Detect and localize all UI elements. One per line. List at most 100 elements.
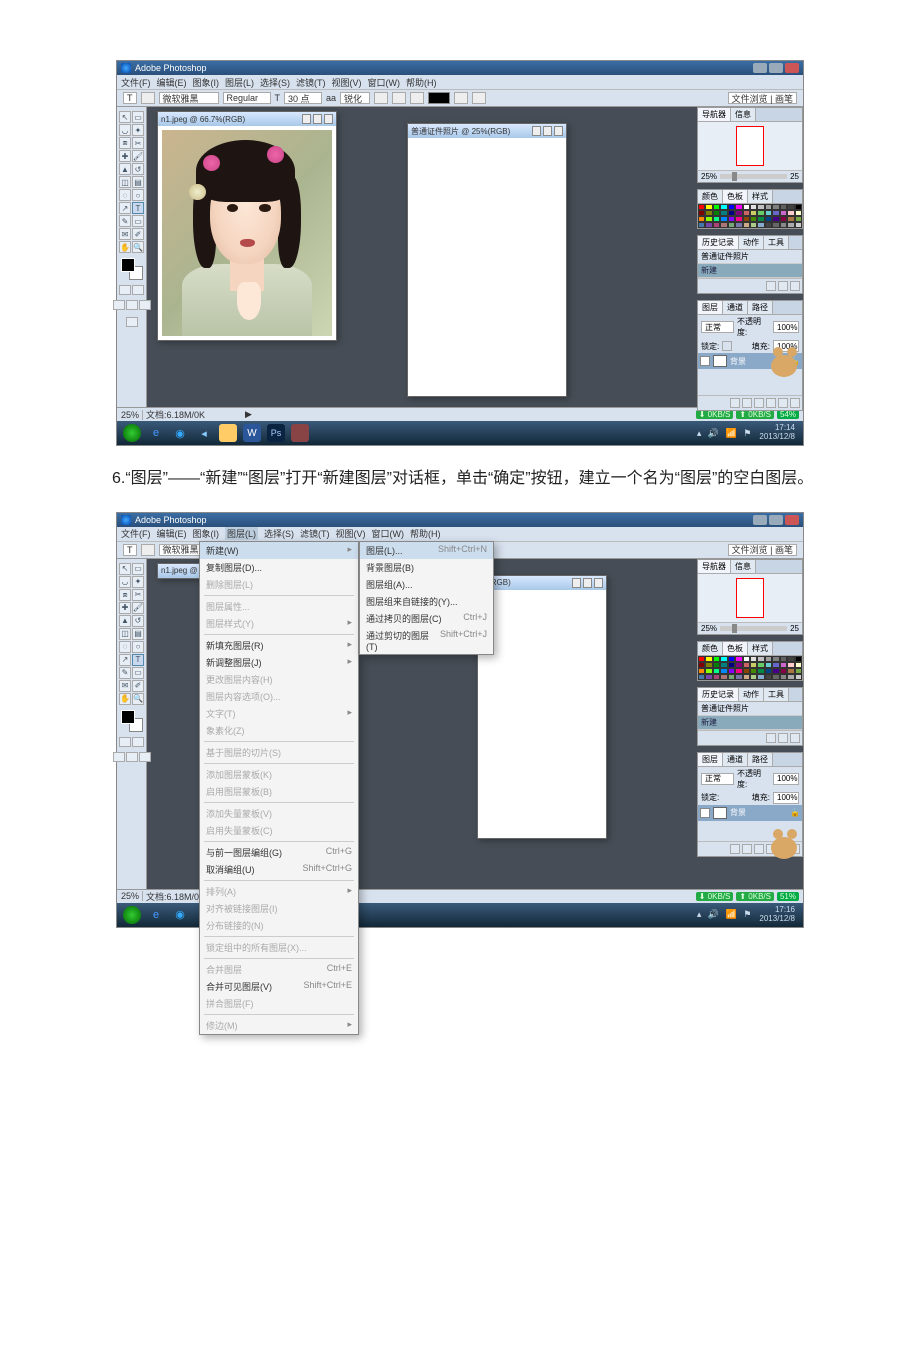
swatch-cell[interactable] <box>698 222 705 228</box>
menubar[interactable]: 文件(F) 编辑(E) 图象(I) 图层(L) 选择(S) 滤镜(T) 视图(V… <box>117 527 803 541</box>
screenmode-2-icon[interactable] <box>126 300 138 310</box>
lasso-tool-icon[interactable]: ◡ <box>119 576 131 588</box>
stamp-tool-icon[interactable]: ▲ <box>119 163 131 175</box>
menu-filter[interactable]: 滤镜(T) <box>296 76 326 89</box>
type-tool-icon[interactable]: T <box>132 654 144 666</box>
menubar[interactable]: 文件(F) 编辑(E) 图象(I) 图层(L) 选择(S) 滤镜(T) 视图(V… <box>117 75 803 89</box>
eyedropper-tool-icon[interactable]: ✐ <box>132 680 144 692</box>
menu-view[interactable]: 视图(V) <box>336 527 366 540</box>
ps-task-icon[interactable]: Ps <box>267 424 285 442</box>
history-row-selected[interactable]: 新建 <box>698 716 802 730</box>
pen-tool-icon[interactable]: ✎ <box>119 215 131 227</box>
submenu-item[interactable]: 图层(L)...Shift+Ctrl+N <box>360 542 493 559</box>
history-brush-icon[interactable]: ↺ <box>132 615 144 627</box>
explorer-icon[interactable] <box>219 424 237 442</box>
swatch-cell[interactable] <box>780 222 787 228</box>
channels-tab[interactable]: 通道 <box>723 753 748 766</box>
start-button-icon[interactable] <box>123 424 141 442</box>
menu-help[interactable]: 帮助(H) <box>406 76 437 89</box>
menu-item[interactable]: 取消编组(U)Shift+Ctrl+G <box>200 861 358 878</box>
blend-mode[interactable]: 正常 <box>701 773 734 785</box>
background-layer-row[interactable]: 背景 🔒 <box>698 805 802 821</box>
screenmode-1-icon[interactable] <box>113 300 125 310</box>
history-brush-icon[interactable]: ↺ <box>132 163 144 175</box>
swatch-cell[interactable] <box>772 222 779 228</box>
close-button[interactable] <box>785 515 799 525</box>
blend-mode[interactable]: 正常 <box>701 321 734 333</box>
hand-tool-icon[interactable]: ✋ <box>119 241 131 253</box>
doc2-canvas[interactable] <box>478 590 606 838</box>
shape-tool-icon[interactable]: ▭ <box>132 215 144 227</box>
swatches-grid[interactable] <box>698 656 802 680</box>
trash-icon[interactable] <box>790 281 800 291</box>
quickmask-mode-icon[interactable] <box>132 737 144 747</box>
nav-thumbnail[interactable] <box>698 122 802 170</box>
info-tab[interactable]: 信息 <box>731 560 756 573</box>
task-icon[interactable] <box>291 424 309 442</box>
maximize-button[interactable] <box>769 63 783 73</box>
swatch-tab[interactable]: 色板 <box>723 190 748 203</box>
nav-slider[interactable] <box>720 626 787 631</box>
max-icon[interactable] <box>583 578 592 588</box>
menu-item[interactable]: 新调整图层(J)▸ <box>200 654 358 671</box>
menu-edit[interactable]: 编辑(E) <box>157 76 187 89</box>
document-2-window[interactable]: %(RGB) <box>477 575 607 839</box>
browse-button[interactable]: 文件浏览 | 画笔 <box>728 544 797 556</box>
crop-tool-icon[interactable]: ⧈ <box>119 137 131 149</box>
slice-tool-icon[interactable]: ✂ <box>132 589 144 601</box>
type-tool-icon[interactable]: T <box>132 202 144 214</box>
nav-thumbnail[interactable] <box>698 574 802 622</box>
word-icon[interactable]: W <box>243 424 261 442</box>
fg-bg-color[interactable] <box>121 710 143 732</box>
quickmask-mode-icon[interactable] <box>132 285 144 295</box>
nav-tab[interactable]: 导航器 <box>698 560 731 573</box>
swatch-cell[interactable] <box>728 674 735 680</box>
healing-tool-icon[interactable]: ✚ <box>119 150 131 162</box>
swatch-cell[interactable] <box>735 674 742 680</box>
opacity-input[interactable]: 100% <box>773 321 799 333</box>
gradient-tool-icon[interactable]: ▤ <box>132 628 144 640</box>
dodge-tool-icon[interactable]: ○ <box>132 189 144 201</box>
new-layer-icon[interactable] <box>778 398 788 408</box>
menu-item[interactable]: 与前一图层编组(G)Ctrl+G <box>200 844 358 861</box>
nav-tab[interactable]: 导航器 <box>698 108 731 121</box>
zoom-tool-icon[interactable]: 🔍 <box>132 693 144 705</box>
brush-tool-icon[interactable]: 🖌 <box>132 150 144 162</box>
info-tab[interactable]: 信息 <box>731 108 756 121</box>
close-button[interactable] <box>785 63 799 73</box>
menu-view[interactable]: 视图(V) <box>332 76 362 89</box>
close-icon[interactable] <box>554 126 563 136</box>
swatch-cell[interactable] <box>720 222 727 228</box>
align-right-button[interactable] <box>410 92 424 104</box>
menu-item[interactable]: 新填充图层(R)▸ <box>200 637 358 654</box>
notes-tool-icon[interactable]: ✉ <box>119 680 131 692</box>
opacity-input[interactable]: 100% <box>773 773 799 785</box>
menu-item[interactable]: 新建(W)▸ <box>200 542 358 559</box>
history-tab[interactable]: 历史记录 <box>698 236 739 249</box>
menu-item[interactable]: 复制图层(D)... <box>200 559 358 576</box>
layers-tab[interactable]: 图层 <box>698 301 723 314</box>
fg-bg-color[interactable] <box>121 258 143 280</box>
menu-file[interactable]: 文件(F) <box>121 527 151 540</box>
align-left-button[interactable] <box>374 92 388 104</box>
swatch-cell[interactable] <box>698 674 705 680</box>
nav-zoom[interactable]: 25% <box>701 172 717 181</box>
actions-tab[interactable]: 动作 <box>739 688 764 701</box>
blur-tool-icon[interactable]: ◌ <box>119 641 131 653</box>
swatches-grid[interactable] <box>698 204 802 228</box>
submenu-item[interactable]: 通过拷贝的图层(C)Ctrl+J <box>360 610 493 627</box>
minimize-button[interactable] <box>753 63 767 73</box>
healing-tool-icon[interactable]: ✚ <box>119 602 131 614</box>
swatch-cell[interactable] <box>780 674 787 680</box>
history-row[interactable]: 普通证件照片 <box>698 702 802 716</box>
swatch-cell[interactable] <box>705 674 712 680</box>
submenu-item[interactable]: 图层组来自链接的(Y)... <box>360 593 493 610</box>
document-2-window[interactable]: 普通证件照片 @ 25%(RGB) <box>407 123 567 397</box>
shape-tool-icon[interactable]: ▭ <box>132 667 144 679</box>
tray-icons[interactable]: ▴ 🔊 📶 ⚑ <box>697 909 754 920</box>
lock-transparent-icon[interactable] <box>722 341 732 351</box>
status-zoom[interactable]: 25% <box>121 410 139 420</box>
styles-tab[interactable]: 样式 <box>748 642 773 655</box>
eyedropper-tool-icon[interactable]: ✐ <box>132 228 144 240</box>
browser-icon[interactable]: ◉ <box>171 906 189 924</box>
